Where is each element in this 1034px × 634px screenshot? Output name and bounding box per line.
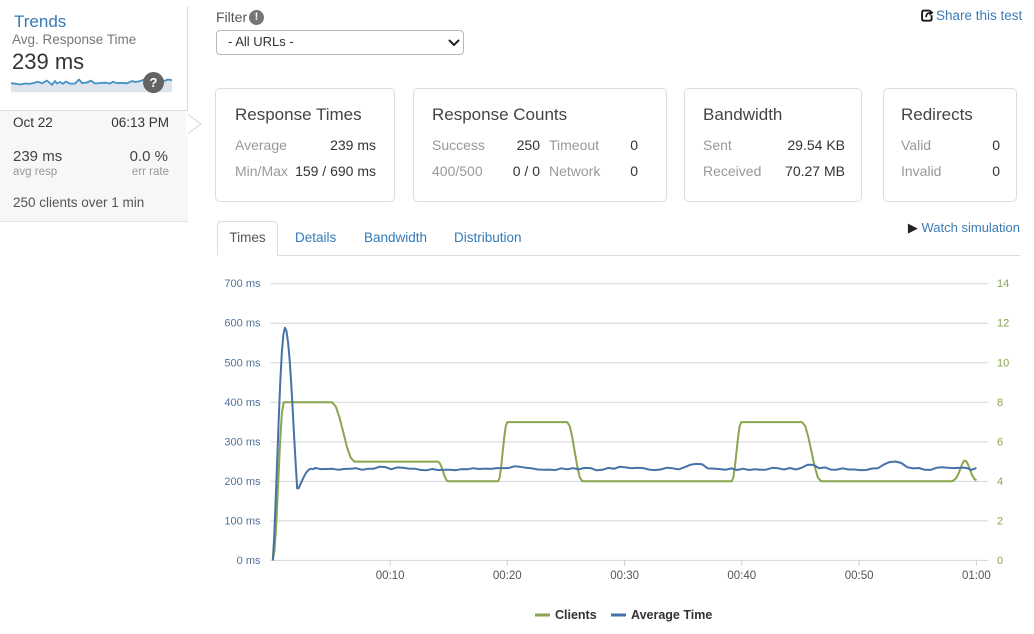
svg-text:10: 10 <box>997 357 1009 369</box>
svg-text:200 ms: 200 ms <box>224 476 261 488</box>
svg-text:4: 4 <box>997 476 1003 488</box>
svg-text:00:30: 00:30 <box>610 570 639 582</box>
svg-text:00:10: 00:10 <box>376 570 405 582</box>
svg-text:01:00: 01:00 <box>962 570 991 582</box>
svg-text:12: 12 <box>997 318 1009 330</box>
svg-text:0: 0 <box>997 555 1003 567</box>
svg-text:Clients: Clients <box>555 608 597 622</box>
svg-text:6: 6 <box>997 436 1003 448</box>
svg-text:00:20: 00:20 <box>493 570 522 582</box>
svg-text:Average Time: Average Time <box>631 608 712 622</box>
svg-text:100 ms: 100 ms <box>224 515 261 527</box>
svg-text:00:40: 00:40 <box>727 570 756 582</box>
svg-text:8: 8 <box>997 397 1003 409</box>
svg-text:700 ms: 700 ms <box>224 278 261 290</box>
svg-text:14: 14 <box>997 278 1009 290</box>
svg-text:2: 2 <box>997 515 1003 527</box>
svg-text:600 ms: 600 ms <box>224 318 261 330</box>
svg-text:0 ms: 0 ms <box>237 555 261 567</box>
svg-text:500 ms: 500 ms <box>224 357 261 369</box>
svg-text:400 ms: 400 ms <box>224 397 261 409</box>
svg-text:00:50: 00:50 <box>845 570 874 582</box>
svg-text:300 ms: 300 ms <box>224 436 261 448</box>
